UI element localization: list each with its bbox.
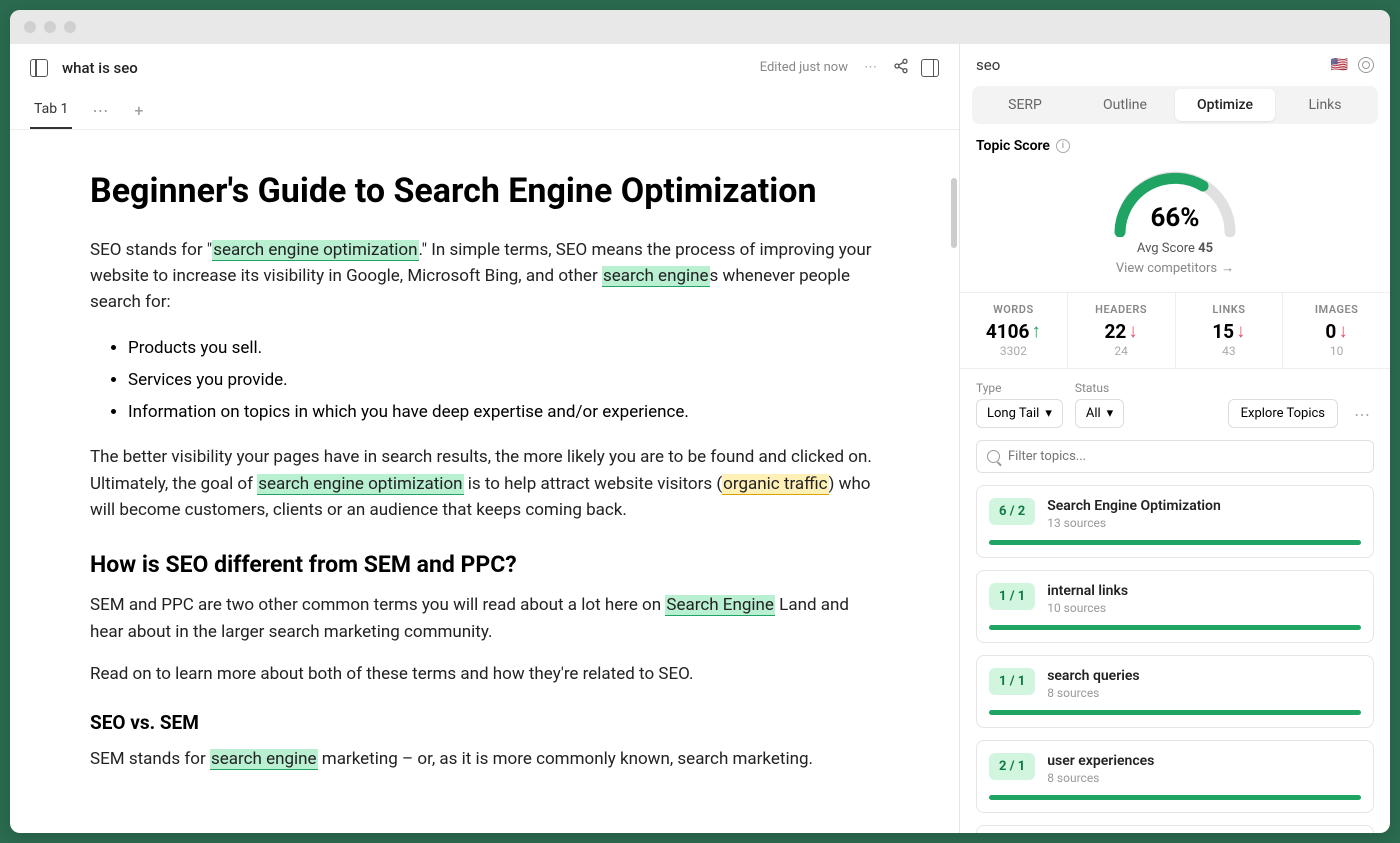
topic-card[interactable]: 6 / 2 Search Engine Optimization 13 sourc… [976,485,1374,558]
score-gauge: 66% Avg Score 45 View competitors → [960,162,1390,276]
tab-serp[interactable]: SERP [975,89,1075,121]
highlight-search-engine: search engine [210,749,318,770]
bullet-list: Products you sell. Services you provide.… [128,332,879,429]
status-select[interactable]: All▾ [1075,399,1124,428]
highlight-search-engine: search engine [602,266,710,287]
topics-list: 6 / 2 Search Engine Optimization 13 sourc… [960,485,1390,833]
topic-badge: 1 / 1 [989,583,1035,610]
paragraph: SEM and PPC are two other common terms y… [90,592,879,645]
highlight-seo: search engine optimization [257,474,463,495]
paragraph: The better visibility your pages have in… [90,444,879,523]
more-icon[interactable]: ⋯ [860,56,881,79]
side-header: 🇺🇸 [960,44,1390,86]
topic-name: user experiences [1047,753,1154,769]
topic-sources: 10 sources [1047,601,1128,615]
tab-optimize[interactable]: Optimize [1175,89,1275,121]
topic-name: Search Engine Optimization [1047,498,1221,514]
arrow-down-icon: ↓ [1128,319,1138,343]
filter-topics-input-wrap[interactable] [976,440,1374,473]
topic-badge: 1 / 1 [989,668,1035,695]
topic-sources: 8 sources [1047,771,1154,785]
edited-status: Edited just now [760,60,848,75]
topic-progress [989,540,1361,545]
topic-card[interactable]: 2 / 1 user experiences 8 sources [976,740,1374,813]
document-title-input[interactable] [62,59,746,77]
add-tab-icon[interactable]: + [128,95,149,126]
topic-name: search queries [1047,668,1139,684]
topic-name: internal links [1047,583,1128,599]
editor-header: Edited just now ⋯ [10,44,959,91]
stat-headers: HEADERS 22↓ 24 [1068,293,1176,368]
list-item: Services you provide. [128,364,879,396]
optimize-panel: 🇺🇸 SERP Outline Optimize Links Topic Sco… [960,44,1390,833]
arrow-down-icon: ↓ [1338,319,1348,343]
document-body[interactable]: Beginner's Guide to Search Engine Optimi… [10,130,959,833]
header-actions: Edited just now ⋯ [760,56,939,79]
topic-progress [989,795,1361,800]
flag-us-icon[interactable]: 🇺🇸 [1331,57,1348,73]
stat-links: LINKS 15↓ 43 [1176,293,1284,368]
window-titlebar [10,10,1390,44]
side-tabs: SERP Outline Optimize Links [972,86,1378,124]
paragraph: SEO stands for "search engine optimizati… [90,237,879,316]
search-icon [987,450,1000,463]
topic-sources: 8 sources [1047,686,1139,700]
settings-icon[interactable] [1358,57,1374,73]
explore-topics-button[interactable]: Explore Topics [1228,399,1338,428]
topic-badge: 6 / 2 [989,498,1035,525]
avg-score: Avg Score 45 [960,241,1390,256]
list-item: Products you sell. [128,332,879,364]
highlight-seo: search engine optimization [212,240,418,261]
filter-row: Type Long Tail▾ Status All▾ Explore Topi… [960,381,1390,440]
status-label: Status [1075,381,1124,395]
share-icon[interactable] [893,58,909,78]
tab-1[interactable]: Tab 1 [30,91,72,129]
heading-2: How is SEO different from SEM and PPC? [90,551,879,578]
maximize-dot[interactable] [64,21,76,33]
tab-links[interactable]: Links [1275,89,1375,121]
app-window: Edited just now ⋯ Tab 1 ⋯ + Beginner's G… [10,10,1390,833]
highlight-organic-traffic: organic traffic [722,474,828,495]
tab-options-icon[interactable]: ⋯ [86,95,114,126]
paragraph: Read on to learn more about both of thes… [90,661,879,687]
topic-card[interactable]: 2 / 3 organic traffic [976,825,1374,833]
heading-1: Beginner's Guide to Search Engine Optimi… [90,170,879,213]
topic-score-label: Topic Score i [960,138,1390,162]
topic-card[interactable]: 1 / 1 search queries 8 sources [976,655,1374,728]
stat-images: IMAGES 0↓ 10 [1283,293,1390,368]
chevron-down-icon: ▾ [1045,406,1052,421]
close-dot[interactable] [24,21,36,33]
info-icon[interactable]: i [1056,139,1070,153]
filter-topics-input[interactable] [1008,449,1363,464]
topic-progress [989,625,1361,630]
arrow-right-icon: → [1221,260,1234,276]
score-percent: 66% [1105,203,1245,233]
minimize-dot[interactable] [44,21,56,33]
topic-sources: 13 sources [1047,516,1221,530]
editor-pane: Edited just now ⋯ Tab 1 ⋯ + Beginner's G… [10,44,960,833]
right-panel-toggle-icon[interactable] [921,59,939,77]
highlight-search-engine: Search Engine [665,595,775,616]
scrollbar-thumb[interactable] [951,178,957,248]
chevron-down-icon: ▾ [1107,406,1114,421]
view-competitors-link[interactable]: View competitors → [1116,260,1234,276]
paragraph: SEM stands for search engine marketing –… [90,746,879,772]
sidebar-toggle-icon[interactable] [30,59,48,77]
tab-outline[interactable]: Outline [1075,89,1175,121]
topic-card[interactable]: 1 / 1 internal links 10 sources [976,570,1374,643]
stats-row: WORDS 4106↑ 3302 HEADERS 22↓ 24 LINKS 15… [960,292,1390,369]
tabs-row: Tab 1 ⋯ + [10,91,959,130]
stat-words: WORDS 4106↑ 3302 [960,293,1068,368]
app-body: Edited just now ⋯ Tab 1 ⋯ + Beginner's G… [10,44,1390,833]
arrow-up-icon: ↑ [1031,319,1041,343]
type-label: Type [976,381,1063,395]
topic-progress [989,710,1361,715]
topic-badge: 2 / 1 [989,753,1035,780]
type-select[interactable]: Long Tail▾ [976,399,1063,428]
keyword-input[interactable] [976,56,1321,74]
heading-3: SEO vs. SEM [90,711,879,734]
list-item: Information on topics in which you have … [128,396,879,428]
more-icon[interactable]: ⋯ [1350,401,1374,428]
arrow-down-icon: ↓ [1236,319,1246,343]
